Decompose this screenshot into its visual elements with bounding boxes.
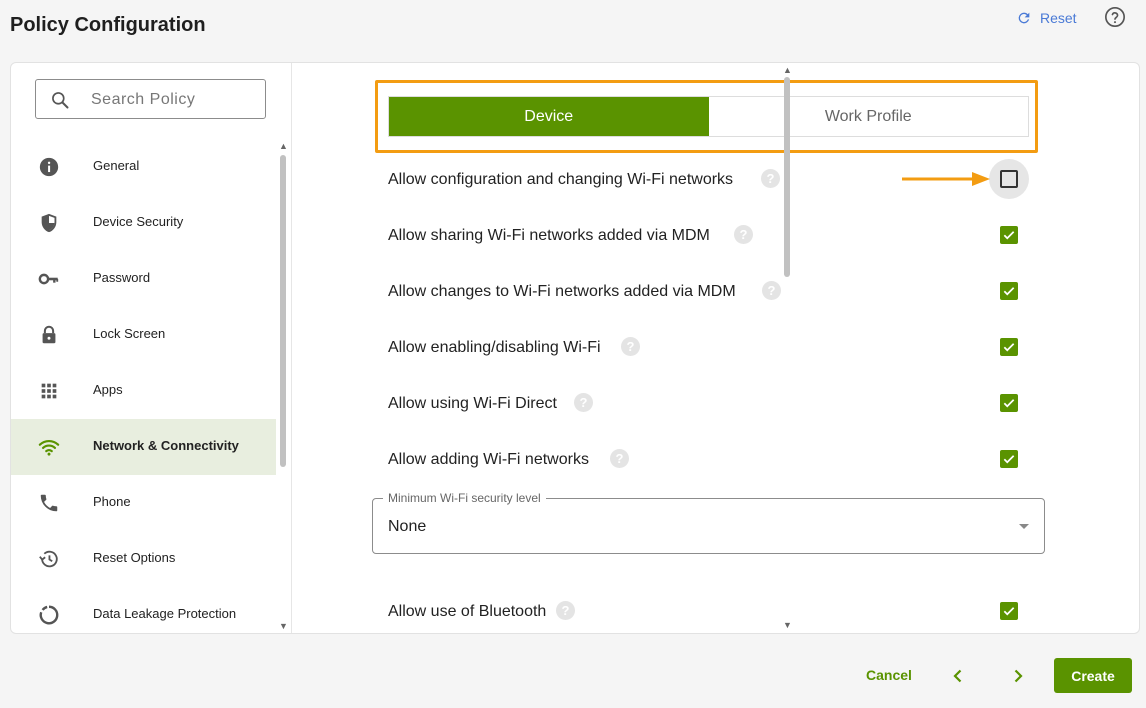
cancel-button[interactable]: Cancel [866,667,912,683]
wifi-config-checkbox[interactable] [989,159,1029,199]
scroll-down-icon[interactable]: ▼ [783,620,792,630]
check-icon [1003,231,1015,240]
wifi-icon [38,436,60,458]
dropdown-caret-icon [1019,524,1029,529]
lock-icon [38,324,60,346]
loading-ring-icon [38,604,60,626]
check-icon [1003,287,1015,296]
setting-row: Allow using Wi-Fi Direct ? [388,389,1048,419]
setting-label: Allow adding Wi-Fi networks [388,451,589,468]
key-icon [38,268,60,290]
content-scrollbar[interactable]: ▲ ▼ [780,63,794,633]
check-icon [1003,399,1015,408]
sidebar-item-password[interactable]: Password [11,251,276,307]
reset-label: Reset [1040,10,1077,26]
scroll-up-icon[interactable]: ▲ [783,65,792,75]
scroll-down-icon[interactable]: ▼ [279,621,288,631]
help-icon[interactable]: ? [761,169,780,188]
help-icon[interactable]: ? [556,601,575,620]
sidebar-item-label: Data Leakage Protection [93,606,237,621]
refresh-icon [1018,12,1030,24]
arrow-pointer-icon [902,172,990,186]
check-icon [1003,607,1015,616]
scroll-up-icon[interactable]: ▲ [279,141,288,151]
policy-panel: General Device Security Password Lock Sc… [10,62,1140,634]
help-icon[interactable]: ? [610,449,629,468]
sidebar-item-network-connectivity[interactable]: Network & Connectivity [11,419,276,475]
check-icon [1003,343,1015,352]
sidebar-item-phone[interactable]: Phone [11,475,276,531]
reset-button[interactable]: Reset [1016,8,1077,28]
setting-row: Allow sharing Wi-Fi networks added via M… [388,221,1048,251]
phone-icon [38,492,60,514]
apps-grid-icon [38,380,60,402]
help-icon[interactable]: ? [574,393,593,412]
policy-content: Device Work Profile Allow configuration … [292,63,1077,633]
bluetooth-checkbox[interactable] [1000,602,1018,620]
setting-checkbox[interactable] [1000,226,1018,244]
tab-bar: Device Work Profile [388,96,1029,137]
setting-row: Allow changes to Wi-Fi networks added vi… [388,277,1048,307]
setting-row: Allow adding Wi-Fi networks ? [388,445,1048,475]
sidebar-item-label: Device Security [93,214,184,229]
help-icon[interactable]: ? [734,225,753,244]
setting-label: Allow enabling/disabling Wi-Fi [388,339,601,356]
setting-label: Allow configuration and changing Wi-Fi n… [388,171,734,188]
history-icon [38,548,60,570]
info-icon [38,156,60,178]
shield-icon [38,212,60,234]
help-icon[interactable]: ? [762,281,781,300]
scrollbar-thumb[interactable] [280,155,286,467]
sidebar-item-label: Network & Connectivity [93,438,239,453]
sidebar-item-general[interactable]: General [11,139,276,195]
check-icon [1003,455,1015,464]
sidebar-item-label: Apps [93,382,123,397]
tab-work-profile[interactable]: Work Profile [708,97,1028,136]
setting-label: Allow changes to Wi-Fi networks added vi… [388,283,736,300]
scrollbar-thumb[interactable] [784,77,790,277]
sidebar-item-lock-screen[interactable]: Lock Screen [11,307,276,363]
setting-checkbox[interactable] [1000,394,1018,412]
sidebar-item-apps[interactable]: Apps [11,363,276,419]
create-button[interactable]: Create [1054,658,1132,693]
tab-device[interactable]: Device [389,97,709,136]
setting-label: Allow sharing Wi-Fi networks added via M… [388,227,710,244]
sidebar-item-label: Lock Screen [93,326,166,341]
help-circle-icon[interactable] [1104,6,1126,28]
sidebar-scrollbar[interactable]: ▲ ▼ [276,139,290,633]
select-value: None [388,518,427,535]
sidebar-item-data-leakage-protection[interactable]: Data Leakage Protection [11,587,276,633]
setting-checkbox[interactable] [1000,450,1018,468]
search-input[interactable] [91,88,261,112]
unchecked-box-icon [1000,170,1018,188]
search-icon [52,92,69,109]
sidebar-item-device-security[interactable]: Device Security [11,195,276,251]
search-box[interactable] [35,79,266,119]
min-wifi-security-select[interactable]: Minimum Wi-Fi security level None [372,491,1045,554]
chevron-left-icon[interactable] [950,668,966,684]
page-title: Policy Configuration [10,14,206,36]
help-icon[interactable]: ? [621,337,640,356]
sidebar-item-label: Reset Options [93,550,176,565]
setting-checkbox[interactable] [1000,282,1018,300]
select-legend: Minimum Wi-Fi security level [383,491,546,505]
setting-row: Allow use of Bluetooth ? [388,597,1048,627]
sidebar-item-label: Phone [93,494,131,509]
chevron-right-icon[interactable] [1010,668,1026,684]
sidebar-item-label: General [93,158,140,173]
setting-row: Allow enabling/disabling Wi-Fi ? [388,333,1048,363]
sidebar-item-reset-options[interactable]: Reset Options [11,531,276,587]
setting-label: Allow using Wi-Fi Direct [388,395,557,412]
sidebar-item-label: Password [93,270,151,285]
setting-label: Allow use of Bluetooth [388,603,547,620]
setting-checkbox[interactable] [1000,338,1018,356]
policy-sidebar: General Device Security Password Lock Sc… [11,63,292,633]
sidebar-nav: General Device Security Password Lock Sc… [11,139,276,633]
